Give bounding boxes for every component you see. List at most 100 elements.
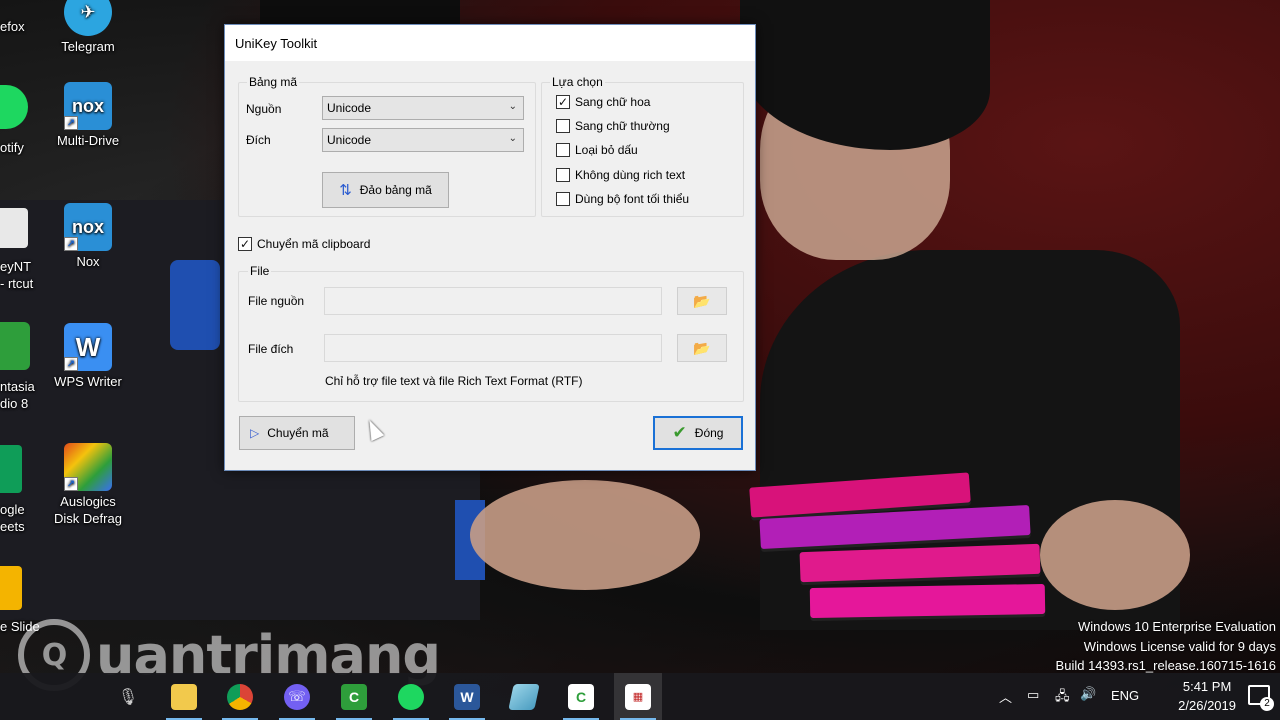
target-file-input[interactable]	[324, 334, 662, 362]
nox-icon: nox ↗	[64, 203, 112, 251]
spotify-icon	[0, 85, 28, 129]
shortcut-arrow-icon: ↗	[64, 477, 78, 491]
desktop-icon-multi-drive[interactable]: nox ↗ Multi-Drive	[48, 82, 128, 149]
spotify-icon	[398, 683, 424, 710]
taskbar-viber[interactable]: ☏	[273, 673, 321, 720]
desktop-icon-firefox[interactable]: efox	[0, 18, 40, 35]
taskbar-file-explorer[interactable]	[160, 673, 208, 720]
target-file-label: File đích	[248, 342, 294, 356]
volume-icon[interactable]: 🔊	[1080, 686, 1096, 702]
target-charset-select[interactable]: Unicode ⌄	[322, 128, 524, 152]
clipboard-convert-option[interactable]: ✓ Chuyển mã clipboard	[238, 237, 370, 251]
wallpaper-detail	[740, 0, 990, 150]
checkmark-icon: ✔	[672, 423, 687, 442]
desktop-icon-wps-writer[interactable]: W ↗ WPS Writer	[48, 323, 128, 390]
wallpaper-book	[809, 583, 1046, 619]
taskbar-camtasia[interactable]: C	[330, 673, 378, 720]
source-file-input[interactable]	[324, 287, 662, 315]
swap-arrows-icon: ⇅	[339, 182, 352, 199]
viber-icon: ☏	[284, 683, 310, 710]
camtasia-recorder-icon: C	[568, 683, 594, 710]
windows-license-notice: Windows 10 Enterprise Evaluation Windows…	[1055, 619, 1276, 673]
google-slides-icon	[0, 566, 22, 610]
dialog-titlebar[interactable]: UniKey Toolkit	[225, 25, 755, 61]
camtasia-icon	[0, 322, 30, 370]
desktop-icon-nox[interactable]: nox ↗ Nox	[48, 203, 128, 270]
desktop-icon-auslogics[interactable]: ↗ Auslogics Disk Defrag	[48, 443, 128, 527]
wallpaper-book	[749, 472, 971, 518]
folder-open-icon: 📂	[693, 292, 711, 309]
source-charset-select[interactable]: Unicode ⌄	[322, 96, 524, 120]
dialog-title: UniKey Toolkit	[235, 36, 318, 51]
unikey-icon: ▦	[625, 683, 651, 710]
taskbar-app[interactable]	[500, 673, 548, 720]
desktop-icon-google-sheets[interactable]: ogle eets	[0, 445, 40, 535]
taskbar-camtasia-recorder[interactable]: C	[557, 673, 605, 720]
shortcut-arrow-icon: ↗	[64, 116, 78, 130]
option-no-rich-text[interactable]: Không dùng rich text	[556, 168, 685, 182]
microphone-icon[interactable]: 🎙	[104, 673, 152, 720]
taskbar-unikey[interactable]: ▦	[614, 673, 662, 720]
wallpaper-detail	[760, 60, 950, 260]
taskbar: 🎙 ☏ C W C ▦ ︿ ▭ 🖧 🔊 ENG 5:41 PM 2/26/201…	[0, 673, 1280, 720]
target-charset-label: Đích	[246, 133, 271, 147]
wallpaper-book	[799, 543, 1041, 583]
word-icon: W	[454, 683, 480, 710]
auslogics-icon: ↗	[64, 443, 112, 491]
clock-time: 5:41 PM	[1182, 679, 1232, 694]
target-file-browse-button[interactable]: 📂	[677, 334, 727, 362]
file-group-title: File	[248, 264, 272, 278]
shortcut-arrow-icon: ↗	[64, 237, 78, 251]
wps-writer-icon: W ↗	[64, 323, 112, 371]
wallpaper-detail	[1040, 500, 1190, 610]
charset-group-title: Bảng mã	[247, 75, 300, 89]
taskbar-spotify[interactable]	[387, 673, 435, 720]
close-button[interactable]: ✔ Đóng	[653, 416, 743, 450]
wallpaper-figure-right	[760, 250, 1180, 630]
option-minimal-font[interactable]: Dùng bộ font tối thiểu	[556, 192, 689, 206]
option-lowercase[interactable]: Sang chữ thường	[556, 119, 670, 133]
file-support-note: Chỉ hỗ trợ file text và file Rich Text F…	[325, 374, 583, 388]
play-triangle-icon: ▷	[250, 426, 260, 440]
options-group-title: Lựa chọn	[550, 75, 605, 89]
desktop-icon-keynt[interactable]: eyNT - rtcut	[0, 208, 40, 292]
network-icon[interactable]: 🖧	[1055, 687, 1070, 709]
action-center-icon[interactable]: 2	[1248, 685, 1274, 711]
camtasia-icon: C	[341, 683, 367, 710]
option-uppercase[interactable]: ✓ Sang chữ hoa	[556, 95, 650, 109]
source-file-label: File nguồn	[248, 294, 305, 308]
desktop-icon-spotify[interactable]: otify	[0, 85, 40, 156]
convert-button[interactable]: ▷ Chuyển mã	[239, 416, 355, 450]
desktop-icon-telegram[interactable]: ✈ Telegram	[48, 0, 128, 55]
google-sheets-icon	[0, 445, 22, 493]
chevron-down-icon: ⌄	[508, 133, 517, 144]
option-remove-accents[interactable]: Loại bỏ dấu	[556, 143, 638, 157]
checkbox[interactable]	[556, 119, 570, 133]
wallpaper-detail	[455, 500, 485, 580]
folder-open-icon: 📂	[693, 339, 711, 356]
taskbar-clock[interactable]: 5:41 PM 2/26/2019	[1178, 677, 1236, 715]
app-icon	[508, 683, 540, 710]
nox-icon: nox ↗	[64, 82, 112, 130]
battery-icon[interactable]: ▭	[1027, 687, 1039, 703]
checkbox-checked[interactable]: ✓	[238, 237, 252, 251]
source-file-browse-button[interactable]: 📂	[677, 287, 727, 315]
taskbar-word[interactable]: W	[443, 673, 491, 720]
wallpaper-detail	[470, 480, 700, 590]
swap-charset-button[interactable]: ⇅ Đảo bảng mã	[322, 172, 449, 208]
chrome-icon	[227, 683, 253, 710]
checkbox[interactable]	[556, 168, 570, 182]
file-explorer-icon	[171, 683, 197, 710]
chevron-down-icon: ⌄	[508, 101, 517, 112]
shortcut-arrow-icon: ↗	[64, 357, 78, 371]
checkbox-checked[interactable]: ✓	[556, 95, 570, 109]
telegram-icon: ✈	[64, 0, 112, 36]
taskbar-chrome[interactable]	[216, 673, 264, 720]
checkbox[interactable]	[556, 143, 570, 157]
checkbox[interactable]	[556, 192, 570, 206]
chevron-up-icon[interactable]: ︿	[999, 687, 1012, 706]
wallpaper-book	[759, 504, 1031, 550]
desktop-icon-camtasia[interactable]: ntasia dio 8	[0, 322, 40, 412]
language-indicator[interactable]: ENG	[1111, 688, 1139, 703]
notification-count: 2	[1260, 697, 1274, 711]
